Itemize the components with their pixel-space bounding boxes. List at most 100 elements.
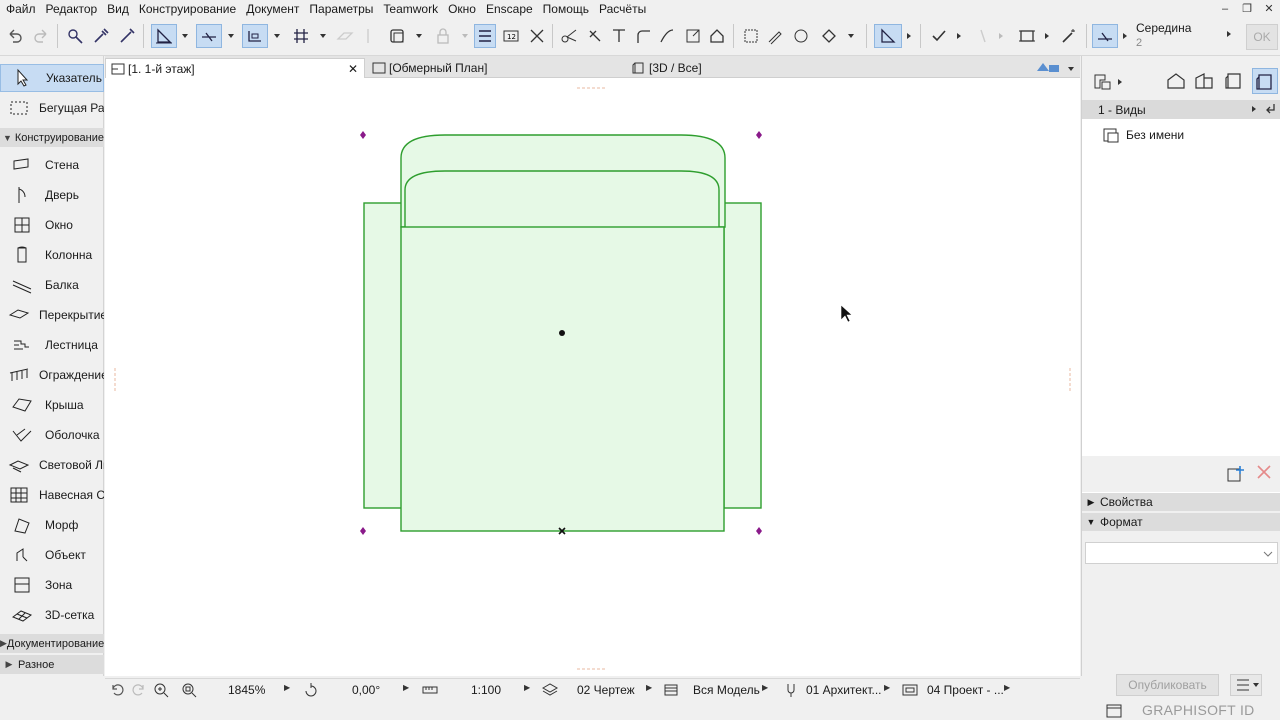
dimension-icon[interactable]: 12: [500, 24, 522, 48]
arc-icon[interactable]: [970, 24, 992, 48]
tab-3d[interactable]: [3D / Все]: [627, 58, 1031, 78]
tool-stair[interactable]: Лестница: [0, 331, 104, 359]
chevron-right-icon[interactable]: ▶: [524, 683, 530, 692]
tool-curtain-wall[interactable]: Навесная Стена: [0, 481, 104, 509]
chevron-right-icon[interactable]: [954, 24, 964, 48]
close-icon[interactable]: ✕: [348, 62, 358, 76]
cursor-icon[interactable]: [358, 24, 380, 48]
toolbox-group-header[interactable]: ▼ Конструирование: [0, 128, 104, 147]
magic-wand-icon[interactable]: [1058, 24, 1080, 48]
tool-column[interactable]: Колонна: [0, 241, 104, 269]
tool-wall[interactable]: Стена: [0, 151, 104, 179]
menu-item[interactable]: Документ: [241, 0, 304, 18]
chevron-right-icon[interactable]: ▶: [762, 683, 768, 692]
drawing-svg[interactable]: [105, 78, 1080, 676]
navigator-header[interactable]: 1 - Виды: [1082, 100, 1280, 119]
tool-beam[interactable]: Балка: [0, 271, 104, 299]
tool-morph[interactable]: Морф: [0, 511, 104, 539]
menu-item[interactable]: Помощь: [538, 0, 594, 18]
chevron-right-icon[interactable]: [904, 24, 914, 48]
delete-icon[interactable]: [1256, 464, 1272, 480]
layer-square-icon[interactable]: [386, 24, 408, 48]
angle-value[interactable]: 0,00°: [352, 682, 380, 698]
syringe-icon[interactable]: [116, 24, 138, 48]
chevron-right-icon[interactable]: ▶: [646, 683, 652, 692]
menu-item[interactable]: Enscape: [481, 0, 538, 18]
zoom-redo-icon[interactable]: [131, 682, 147, 698]
offset-icon[interactable]: [656, 24, 678, 48]
tool-door[interactable]: Дверь: [0, 181, 104, 209]
hotspot-top-left[interactable]: [360, 131, 366, 139]
menu-item[interactable]: Окно: [443, 0, 481, 18]
left-armrest[interactable]: [363, 202, 403, 509]
grid-icon[interactable]: [290, 24, 312, 48]
chevron-right-icon[interactable]: [1116, 78, 1124, 86]
explode-icon[interactable]: [790, 24, 812, 48]
fit-window-icon[interactable]: [181, 682, 197, 698]
tool-marquee[interactable]: Бегущая Рамка: [0, 94, 104, 122]
chevron-right-icon[interactable]: [1120, 24, 1130, 48]
ruler-triangle-icon[interactable]: [874, 24, 902, 48]
snap-divisions-value[interactable]: 2: [1136, 37, 1142, 49]
zoom-undo-icon[interactable]: [109, 682, 125, 698]
format-select[interactable]: [1085, 542, 1278, 564]
scale-ruler-icon[interactable]: [422, 682, 438, 698]
tool-zone[interactable]: Зона: [0, 571, 104, 599]
checkmark-icon[interactable]: [928, 24, 950, 48]
tool-shell[interactable]: Оболочка: [0, 421, 104, 449]
guideline-icon[interactable]: [151, 24, 177, 48]
view-tools-icon[interactable]: [1035, 59, 1063, 75]
tool-window[interactable]: Окно: [0, 211, 104, 239]
renovation-icon[interactable]: [902, 682, 918, 698]
house-icon[interactable]: [706, 24, 728, 48]
snap-point-icon[interactable]: [1092, 24, 1118, 48]
chevron-right-icon[interactable]: [1224, 22, 1234, 46]
hotspot-bottom-left[interactable]: [360, 527, 366, 535]
tool-arrow-pointer[interactable]: Указатель: [0, 64, 104, 92]
layer-combination-value[interactable]: 02 Чертеж: [577, 682, 635, 698]
close-icon[interactable]: ✕: [1258, 0, 1280, 18]
group-icon[interactable]: [740, 24, 762, 48]
backrest-inner[interactable]: [404, 170, 720, 227]
model-view-value[interactable]: Вся Модель: [693, 682, 760, 698]
project-map-icon[interactable]: [1166, 72, 1186, 90]
lock-icon[interactable]: [432, 24, 454, 48]
chevron-right-icon[interactable]: ▶: [403, 683, 409, 692]
navigator-menu-icon[interactable]: [1092, 72, 1114, 92]
model-view-icon[interactable]: [663, 682, 679, 698]
right-armrest[interactable]: [723, 202, 762, 509]
tool-object[interactable]: Объект: [0, 541, 104, 569]
chevron-right-icon[interactable]: ▶: [884, 683, 890, 692]
tool-slab[interactable]: Перекрытие: [0, 301, 104, 329]
center-hotspot[interactable]: [559, 330, 565, 336]
fillet-icon[interactable]: [632, 24, 654, 48]
hotspot-bottom-right[interactable]: [756, 527, 762, 535]
add-publisher-set-icon[interactable]: [1226, 464, 1246, 484]
chevron-down-icon[interactable]: [180, 24, 190, 48]
tool-mesh[interactable]: 3D-сетка: [0, 601, 104, 629]
suspend-groups-icon[interactable]: [474, 24, 496, 48]
plane-icon[interactable]: [334, 24, 356, 48]
publisher-sets-icon[interactable]: [1252, 68, 1278, 94]
window-icon[interactable]: [1106, 704, 1122, 718]
chevron-right-icon[interactable]: [996, 24, 1006, 48]
renovation-filter-value[interactable]: 04 Проект - ...: [927, 682, 1004, 698]
return-icon[interactable]: [1264, 102, 1278, 116]
scale-value[interactable]: 1:100: [471, 682, 501, 698]
undo-button[interactable]: [4, 24, 26, 48]
rotate-icon[interactable]: [303, 682, 319, 698]
pick-up-icon[interactable]: [64, 24, 86, 48]
eyedropper-icon[interactable]: [90, 24, 112, 48]
format-row[interactable]: ▼ Формат: [1082, 513, 1280, 531]
hotspot-top-right[interactable]: [756, 131, 762, 139]
chevron-right-icon[interactable]: ▶: [1004, 683, 1010, 692]
seat[interactable]: [400, 226, 725, 532]
tool-roof[interactable]: Крыша: [0, 391, 104, 419]
menu-item[interactable]: Файл: [0, 0, 41, 18]
chevron-right-icon[interactable]: ▶: [284, 683, 290, 692]
chevron-down-icon[interactable]: [226, 24, 236, 48]
stretch-icon[interactable]: [682, 24, 704, 48]
ok-button[interactable]: OK: [1246, 24, 1278, 50]
redo-button[interactable]: [30, 24, 52, 48]
pen-set-value[interactable]: 01 Архитект...: [806, 682, 882, 698]
